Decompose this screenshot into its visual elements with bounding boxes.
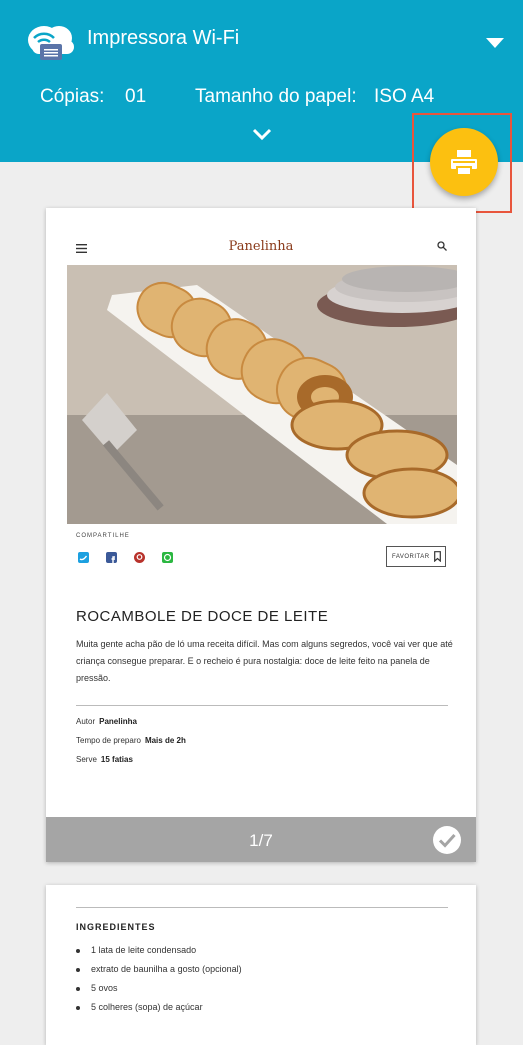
recipe-photo xyxy=(67,265,457,524)
page-indicator: 1/7 xyxy=(249,831,273,850)
pinterest-icon[interactable] xyxy=(134,552,145,563)
paper-size-label: Tamanho do papel: xyxy=(195,86,357,107)
divider xyxy=(76,705,448,706)
twitter-icon[interactable] xyxy=(78,552,89,563)
copies-value: 01 xyxy=(125,86,147,107)
chevron-down-icon[interactable] xyxy=(251,126,273,142)
page-footer: 1/7 xyxy=(46,817,476,862)
meta-prep-time: Tempo de preparo Mais de 2h xyxy=(76,736,186,745)
bookmark-icon xyxy=(434,551,441,562)
whatsapp-icon[interactable] xyxy=(162,552,173,563)
recipe-description: Muita gente acha pão de ló uma receita d… xyxy=(76,639,453,683)
print-button[interactable] xyxy=(430,128,498,196)
recipe-title: ROCAMBOLE DE DOCE DE LEITE xyxy=(76,608,329,625)
facebook-icon[interactable] xyxy=(106,552,117,563)
list-item: 5 colheres (sopa) de açúcar xyxy=(76,1002,203,1012)
cloud-printer-icon xyxy=(28,26,74,60)
copies-label: Cópias: xyxy=(40,86,105,107)
favorite-label: FAVORITAR xyxy=(392,554,430,560)
paper-size-value: ISO A4 xyxy=(374,86,435,107)
list-item: 1 lata de leite condensado xyxy=(76,945,196,955)
favorite-button[interactable]: FAVORITAR xyxy=(386,546,446,567)
printer-name: Impressora Wi-Fi xyxy=(87,27,240,49)
list-item: 5 ovos xyxy=(76,983,118,993)
ingredients-title: INGREDIENTES xyxy=(76,922,156,932)
share-label: COMPARTILHE xyxy=(76,533,130,539)
print-preview-page[interactable]: Panelinha COMPARTILHE FAVORITAR ROCAMBOL… xyxy=(46,208,476,862)
search-icon xyxy=(437,241,447,251)
dropdown-arrow-icon[interactable] xyxy=(486,38,504,48)
meta-author: Autor Panelinha xyxy=(76,717,137,726)
meta-servings: Serve 15 fatias xyxy=(76,755,133,764)
site-logo: Panelinha xyxy=(228,239,294,254)
list-item: extrato de baunilha a gosto (opcional) xyxy=(76,964,242,974)
divider xyxy=(76,907,448,908)
printer-icon xyxy=(451,150,477,176)
check-circle-icon[interactable] xyxy=(432,825,462,855)
print-preview-page-2[interactable]: INGREDIENTES 1 lata de leite condensado … xyxy=(46,885,476,1045)
